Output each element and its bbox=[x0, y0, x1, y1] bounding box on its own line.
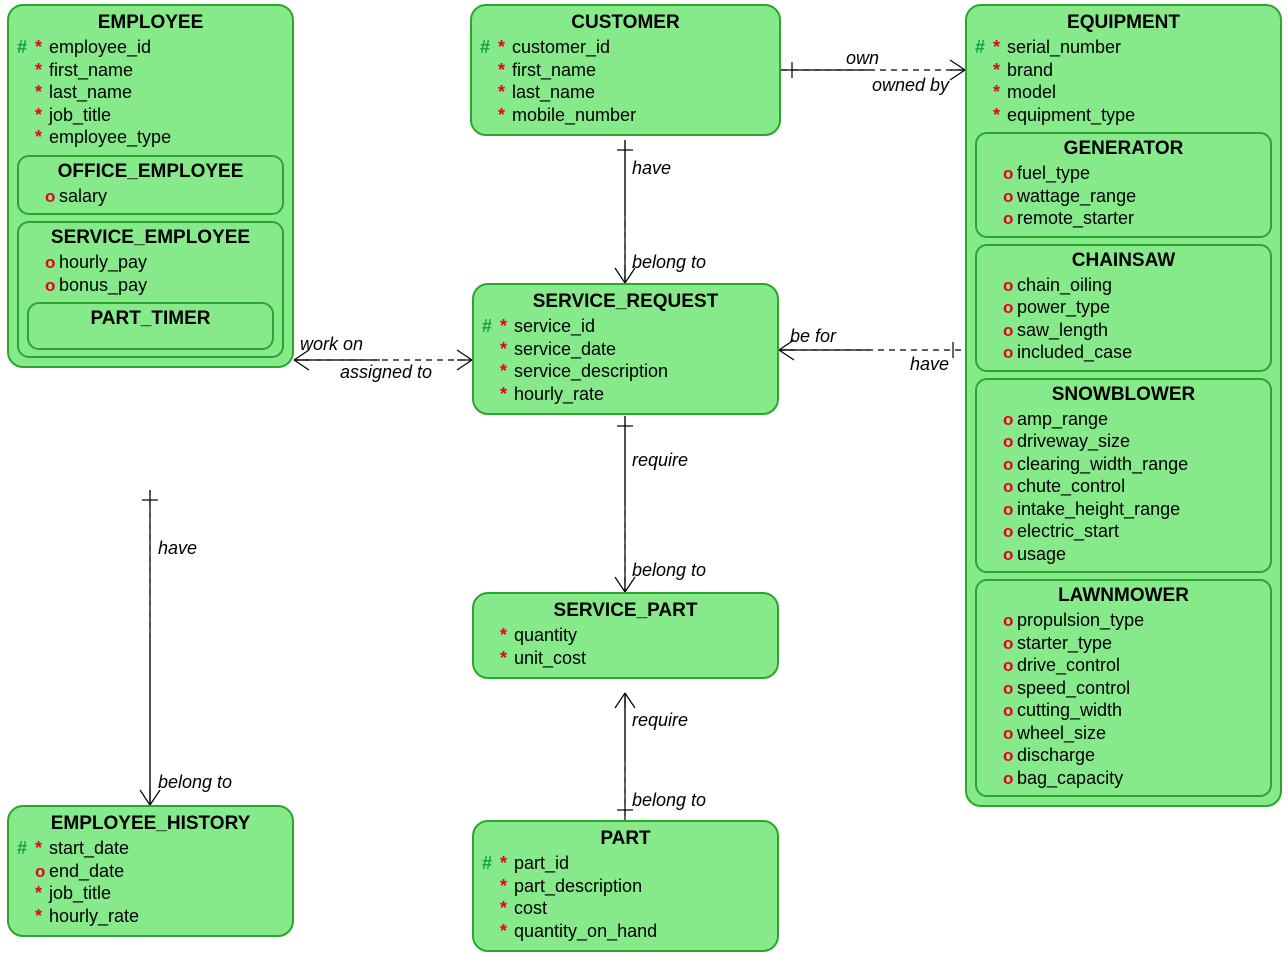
entity-title: SERVICE_REQUEST bbox=[482, 289, 769, 315]
subentity-title: PART_TIMER bbox=[37, 306, 264, 332]
rel-label-assigned-to: assigned to bbox=[340, 362, 432, 383]
subentity-title: LAWNMOWER bbox=[985, 583, 1262, 609]
subentity-chainsaw: CHAINSAW ochain_oiling opower_type osaw_… bbox=[975, 244, 1272, 372]
subentity-office-employee: OFFICE_EMPLOYEE osalary bbox=[17, 155, 284, 216]
rel-label-belong-to: belong to bbox=[632, 252, 706, 273]
rel-label-own: own bbox=[846, 48, 879, 69]
subentity-title: SERVICE_EMPLOYEE bbox=[27, 225, 274, 251]
attr-list: #*employee_id *first_name *last_name *jo… bbox=[17, 36, 284, 149]
entity-employee-history: EMPLOYEE_HISTORY #*start_date oend_date … bbox=[7, 805, 294, 937]
subentity-title: CHAINSAW bbox=[985, 248, 1262, 274]
entity-employee: EMPLOYEE #*employee_id *first_name *last… bbox=[7, 4, 294, 368]
subentity-generator: GENERATOR ofuel_type owattage_range orem… bbox=[975, 132, 1272, 238]
entity-service-request: SERVICE_REQUEST #*service_id *service_da… bbox=[472, 283, 779, 415]
subentity-snowblower: SNOWBLOWER oamp_range odriveway_size ocl… bbox=[975, 378, 1272, 574]
rel-label-belong-to: belong to bbox=[632, 790, 706, 811]
entity-title: EQUIPMENT bbox=[975, 10, 1272, 36]
entity-part: PART #*part_id *part_description *cost *… bbox=[472, 820, 779, 952]
entity-title: EMPLOYEE_HISTORY bbox=[17, 811, 284, 837]
subentity-service-employee: SERVICE_EMPLOYEE ohourly_pay obonus_pay … bbox=[17, 221, 284, 358]
rel-label-work-on: work on bbox=[300, 334, 363, 355]
entity-title: EMPLOYEE bbox=[17, 10, 284, 36]
entity-title: SERVICE_PART bbox=[482, 598, 769, 624]
rel-label-belong-to: belong to bbox=[158, 772, 232, 793]
subentity-lawnmower: LAWNMOWER opropulsion_type ostarter_type… bbox=[975, 579, 1272, 797]
entity-customer: CUSTOMER #*customer_id *first_name *last… bbox=[470, 4, 781, 136]
subentity-title: GENERATOR bbox=[985, 136, 1262, 162]
rel-label-have: have bbox=[632, 158, 671, 179]
rel-label-belong-to: belong to bbox=[632, 560, 706, 581]
subentity-title: OFFICE_EMPLOYEE bbox=[27, 159, 274, 185]
entity-title: PART bbox=[482, 826, 769, 852]
rel-label-have: have bbox=[910, 354, 949, 375]
rel-label-require: require bbox=[632, 710, 688, 731]
subentity-title: SNOWBLOWER bbox=[985, 382, 1262, 408]
rel-label-be-for: be for bbox=[790, 326, 836, 347]
rel-label-owned-by: owned by bbox=[872, 75, 949, 96]
entity-service-part: SERVICE_PART *quantity *unit_cost bbox=[472, 592, 779, 679]
rel-label-have: have bbox=[158, 538, 197, 559]
entity-title: CUSTOMER bbox=[480, 10, 771, 36]
entity-equipment: EQUIPMENT #*serial_number *brand *model … bbox=[965, 4, 1282, 807]
subentity-part-timer: PART_TIMER bbox=[27, 302, 274, 350]
rel-label-require: require bbox=[632, 450, 688, 471]
